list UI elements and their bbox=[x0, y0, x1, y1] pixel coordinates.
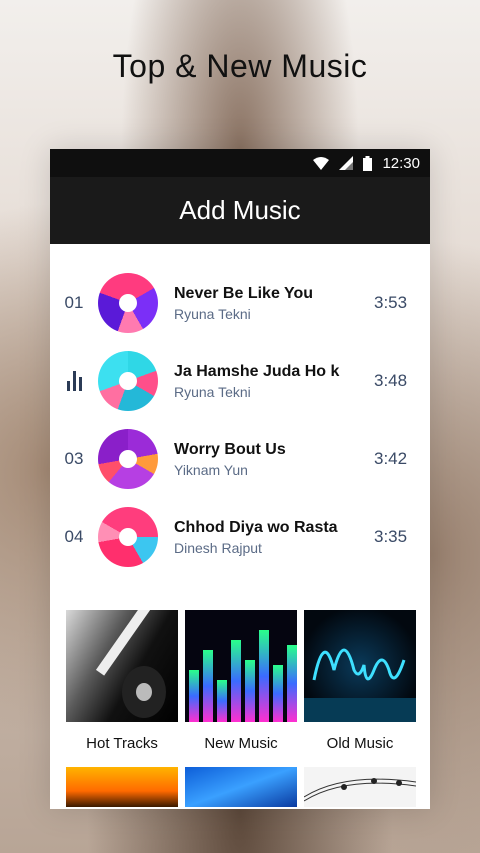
category-label: Hot Tracks bbox=[86, 735, 158, 752]
phone-screen: 12:30 Add Music 01 Never Be Like You Ryu… bbox=[50, 149, 430, 809]
track-artist: Dinesh Rajput bbox=[174, 539, 262, 556]
track-row[interactable]: Ja Hamshe Juda Ho k Ryuna Tekni 3:48 bbox=[50, 342, 430, 420]
track-number: 01 bbox=[64, 293, 84, 312]
category-tile-hot-tracks[interactable]: Hot Tracks bbox=[66, 610, 178, 767]
category-tile-old-music[interactable]: Old Music bbox=[304, 610, 416, 767]
track-duration: 3:42 bbox=[374, 449, 408, 468]
track-row[interactable]: 01 Never Be Like You Ryuna Tekni 3:53 bbox=[50, 264, 430, 342]
category-tile-concert[interactable] bbox=[66, 767, 178, 807]
album-art bbox=[98, 507, 158, 567]
music-neon-image bbox=[304, 610, 416, 722]
category-label: New Music bbox=[204, 735, 278, 752]
app-bar-title: Add Music bbox=[50, 177, 430, 244]
category-tile-notes[interactable] bbox=[304, 767, 416, 807]
track-list: 01 Never Be Like You Ryuna Tekni 3:53 Ja… bbox=[50, 264, 430, 576]
track-title: Ja Hamshe Juda Ho k bbox=[174, 362, 340, 380]
track-duration: 3:48 bbox=[374, 371, 408, 390]
track-duration: 3:35 bbox=[374, 527, 408, 546]
guitar-image bbox=[66, 610, 178, 722]
status-time: 12:30 bbox=[382, 154, 420, 172]
track-artist: Ryuna Tekni bbox=[174, 305, 251, 322]
track-title: Worry Bout Us bbox=[174, 440, 286, 458]
album-art bbox=[98, 429, 158, 489]
status-bar: 12:30 bbox=[50, 149, 430, 177]
equalizer-image bbox=[185, 610, 297, 722]
track-title: Never Be Like You bbox=[174, 284, 314, 302]
concert-image bbox=[66, 767, 178, 807]
promo-title: Top & New Music bbox=[112, 48, 368, 84]
track-number: 03 bbox=[64, 449, 84, 468]
track-artist: Ryuna Tekni bbox=[174, 383, 251, 400]
track-row[interactable]: 03 Worry Bout Us Yiknam Yun 3:42 bbox=[50, 420, 430, 498]
album-art bbox=[98, 273, 158, 333]
category-label: Old Music bbox=[326, 735, 394, 752]
category-tile-blue[interactable] bbox=[185, 767, 297, 807]
notes-image bbox=[304, 767, 416, 807]
track-duration: 3:53 bbox=[374, 293, 408, 312]
signal-icon bbox=[339, 156, 354, 170]
track-artist: Yiknam Yun bbox=[174, 461, 248, 478]
blue-image bbox=[185, 767, 297, 807]
track-number: 04 bbox=[64, 527, 84, 546]
track-row[interactable]: 04 Chhod Diya wo Rasta Dinesh Rajput 3:3… bbox=[50, 498, 430, 576]
wifi-icon bbox=[313, 156, 330, 170]
album-art bbox=[98, 351, 158, 411]
battery-icon bbox=[363, 155, 373, 171]
equalizer-icon bbox=[50, 371, 98, 391]
category-grid: Hot Tracks New Music Old Music bbox=[66, 610, 416, 807]
category-tile-new-music[interactable]: New Music bbox=[185, 610, 297, 767]
track-title: Chhod Diya wo Rasta bbox=[174, 518, 338, 536]
